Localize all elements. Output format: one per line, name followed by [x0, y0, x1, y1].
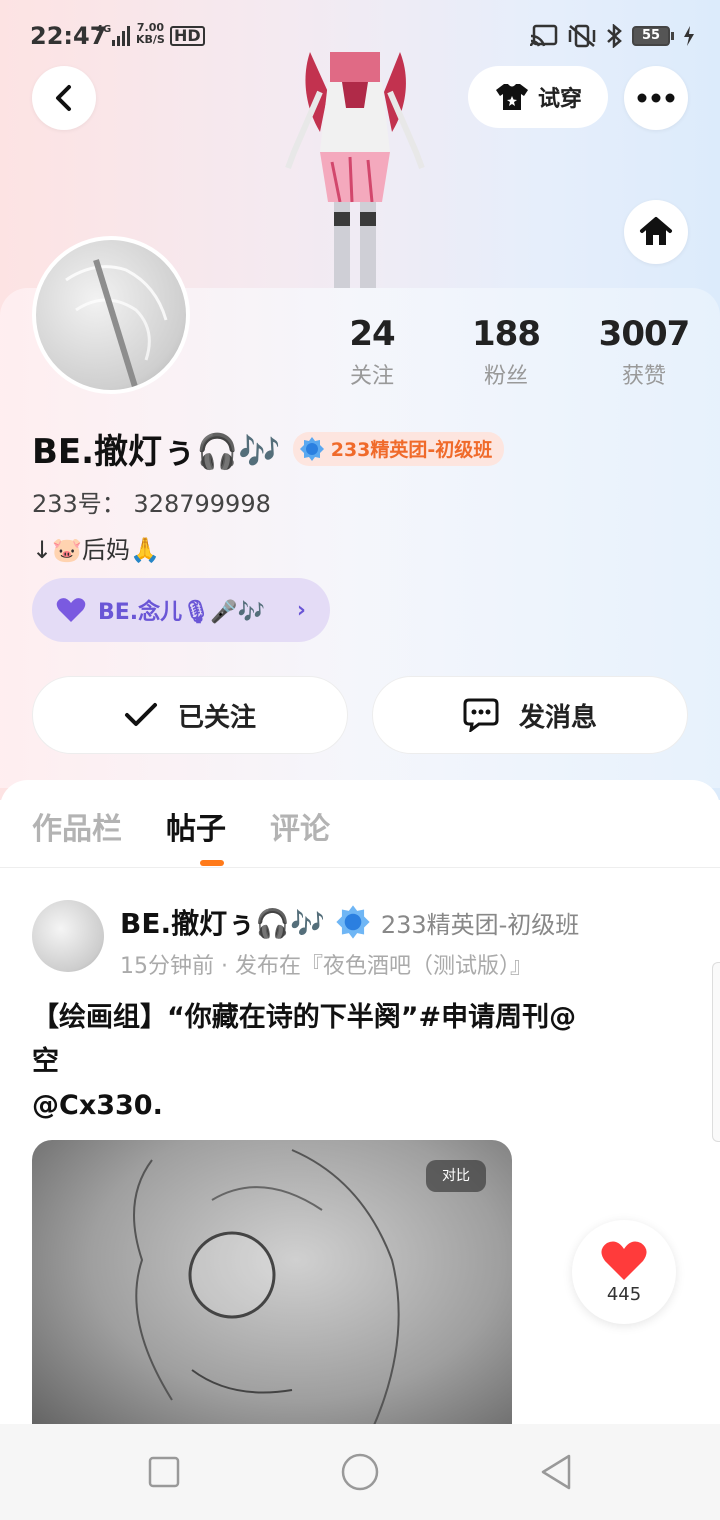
system-navigation-bar — [0, 1424, 720, 1520]
back-nav-button[interactable] — [534, 1450, 578, 1494]
battery-level: 55 — [632, 26, 670, 46]
followers-label: 粉丝 — [483, 364, 528, 389]
compare-button[interactable]: 对比 — [426, 1160, 486, 1192]
badge-medal-icon — [299, 436, 324, 461]
user-bio: ↓🐷后妈🙏 — [32, 536, 160, 564]
post-meta[interactable]: 15分钟前 · 发布在『夜色酒吧（测试版）』 — [120, 948, 532, 980]
back-button[interactable] — [32, 66, 96, 130]
network-speed: 7.00 KB/S — [136, 22, 165, 46]
post-text-line: 【绘画组】“你藏在诗的下半阕”#申请周刊@ — [32, 1002, 577, 1033]
likes-received-label: 获赞 — [621, 364, 666, 389]
status-right-icons: 55 — [530, 24, 694, 48]
profile-stats: 24 关注 188 粉丝 3007 获赞 — [300, 314, 720, 404]
heart-icon — [601, 1240, 647, 1280]
charging-icon — [684, 26, 694, 46]
status-bar: 22:47 4G 7.00 KB/S HD 55 — [0, 0, 720, 60]
post-text-line: @Cx330. — [32, 1090, 163, 1121]
network-indicator: 4G — [96, 24, 112, 35]
signal-icon — [112, 26, 130, 46]
post-text-line: 空 — [32, 1046, 59, 1077]
hd-indicator: HD — [170, 26, 205, 46]
followed-button[interactable]: 已关注 — [32, 676, 348, 754]
more-dots-icon — [637, 93, 675, 103]
bluetooth-icon — [607, 24, 622, 48]
vibrate-mute-icon — [568, 24, 596, 48]
like-button[interactable]: 445 — [572, 1220, 676, 1324]
profile-tabs: 作品栏 帖子 评论 — [32, 804, 330, 848]
check-icon — [124, 703, 157, 726]
home-nav-button[interactable] — [338, 1450, 382, 1494]
chevron-right-icon: › — [296, 597, 306, 623]
post-author-avatar[interactable] — [32, 900, 104, 972]
shirt-icon — [495, 84, 528, 110]
username-row: BE.撤灯ぅ🎧🎶 233精英团-初级班 — [32, 424, 505, 473]
home-button[interactable] — [624, 200, 688, 264]
tab-posts[interactable]: 帖子 — [166, 804, 226, 848]
try-on-button[interactable]: 试穿 — [468, 66, 608, 128]
send-message-label: 发消息 — [518, 702, 597, 733]
square-icon — [148, 1456, 180, 1488]
likes-received-count: 3007 — [598, 314, 691, 354]
battery-tip — [671, 32, 674, 40]
try-on-label: 试穿 — [537, 87, 582, 112]
followed-label: 已关注 — [177, 702, 256, 733]
fan-relation-label: BE.念儿🎙🎤🎶 — [98, 600, 265, 625]
chevron-left-icon — [56, 85, 71, 111]
following-count: 24 — [349, 314, 395, 354]
like-count: 445 — [606, 1283, 642, 1305]
user-id: 233号： 328799998 — [32, 490, 271, 518]
fan-relation-pill[interactable]: BE.念儿🎙🎤🎶 › — [32, 578, 330, 642]
more-options-button[interactable] — [624, 66, 688, 130]
stat-followers[interactable]: 188 粉丝 — [446, 314, 566, 390]
profile-avatar[interactable] — [32, 236, 190, 394]
elite-badge[interactable]: 233精英团-初级班 — [292, 431, 505, 466]
badge-medal-icon — [336, 905, 370, 939]
recent-apps-button[interactable] — [142, 1450, 186, 1494]
active-tab-indicator — [200, 860, 224, 866]
tab-works[interactable]: 作品栏 — [32, 804, 122, 848]
character-illustration — [285, 52, 425, 288]
tabs-divider — [0, 867, 720, 868]
purple-heart-icon — [56, 598, 86, 622]
post-author-badge: 233精英团-初级班 — [380, 910, 580, 939]
avatar-artwork — [65, 259, 168, 390]
followers-count: 188 — [472, 314, 541, 354]
chat-bubble-icon — [463, 698, 499, 732]
post-author-row: BE.撤灯ぅ🎧🎶 233精英团-初级班 — [120, 902, 579, 942]
elite-badge-label: 233精英团-初级班 — [330, 439, 493, 461]
post-text[interactable]: 【绘画组】“你藏在诗的下半阕”#申请周刊@ 空 @Cx330. — [32, 996, 692, 1128]
username: BE.撤灯ぅ🎧🎶 — [32, 432, 281, 472]
stat-likes[interactable]: 3007 获赞 — [584, 314, 704, 390]
scrollbar[interactable] — [712, 962, 720, 1142]
triangle-back-icon — [541, 1454, 571, 1490]
status-time: 22:47 — [30, 22, 107, 50]
tab-comments[interactable]: 评论 — [270, 804, 330, 848]
circle-icon — [341, 1453, 379, 1491]
home-icon — [640, 217, 672, 245]
speed-unit: KB/S — [136, 33, 165, 46]
battery-indicator: 55 — [632, 26, 674, 46]
following-label: 关注 — [349, 364, 394, 389]
send-message-button[interactable]: 发消息 — [372, 676, 688, 754]
cast-icon — [530, 24, 558, 47]
stat-following[interactable]: 24 关注 — [312, 314, 432, 390]
post-author-name[interactable]: BE.撤灯ぅ🎧🎶 — [120, 902, 325, 942]
